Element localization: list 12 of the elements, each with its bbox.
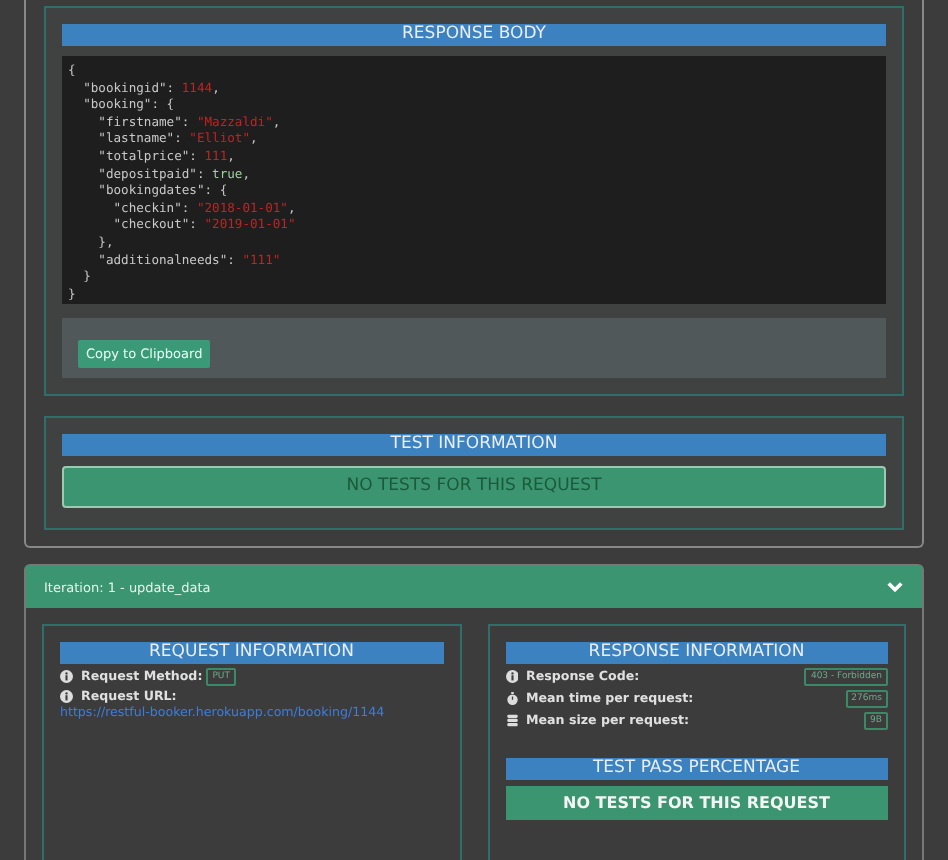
status-message: NO TESTS FOR THIS REQUEST — [62, 466, 886, 508]
info-icon — [60, 690, 73, 704]
info-icon — [505, 670, 518, 684]
section-header: REQUEST INFORMATION — [60, 642, 443, 664]
database-icon — [505, 714, 518, 728]
status-message: NO TESTS FOR THIS REQUEST — [505, 786, 888, 820]
info-icon — [60, 670, 73, 684]
section-header: RESPONSE INFORMATION — [505, 642, 888, 664]
section-header: TEST PASS PERCENTAGE — [505, 758, 888, 780]
stopwatch-icon — [505, 692, 518, 706]
section-header: RESPONSE BODY — [62, 24, 886, 46]
section-header: TEST INFORMATION — [62, 434, 886, 456]
